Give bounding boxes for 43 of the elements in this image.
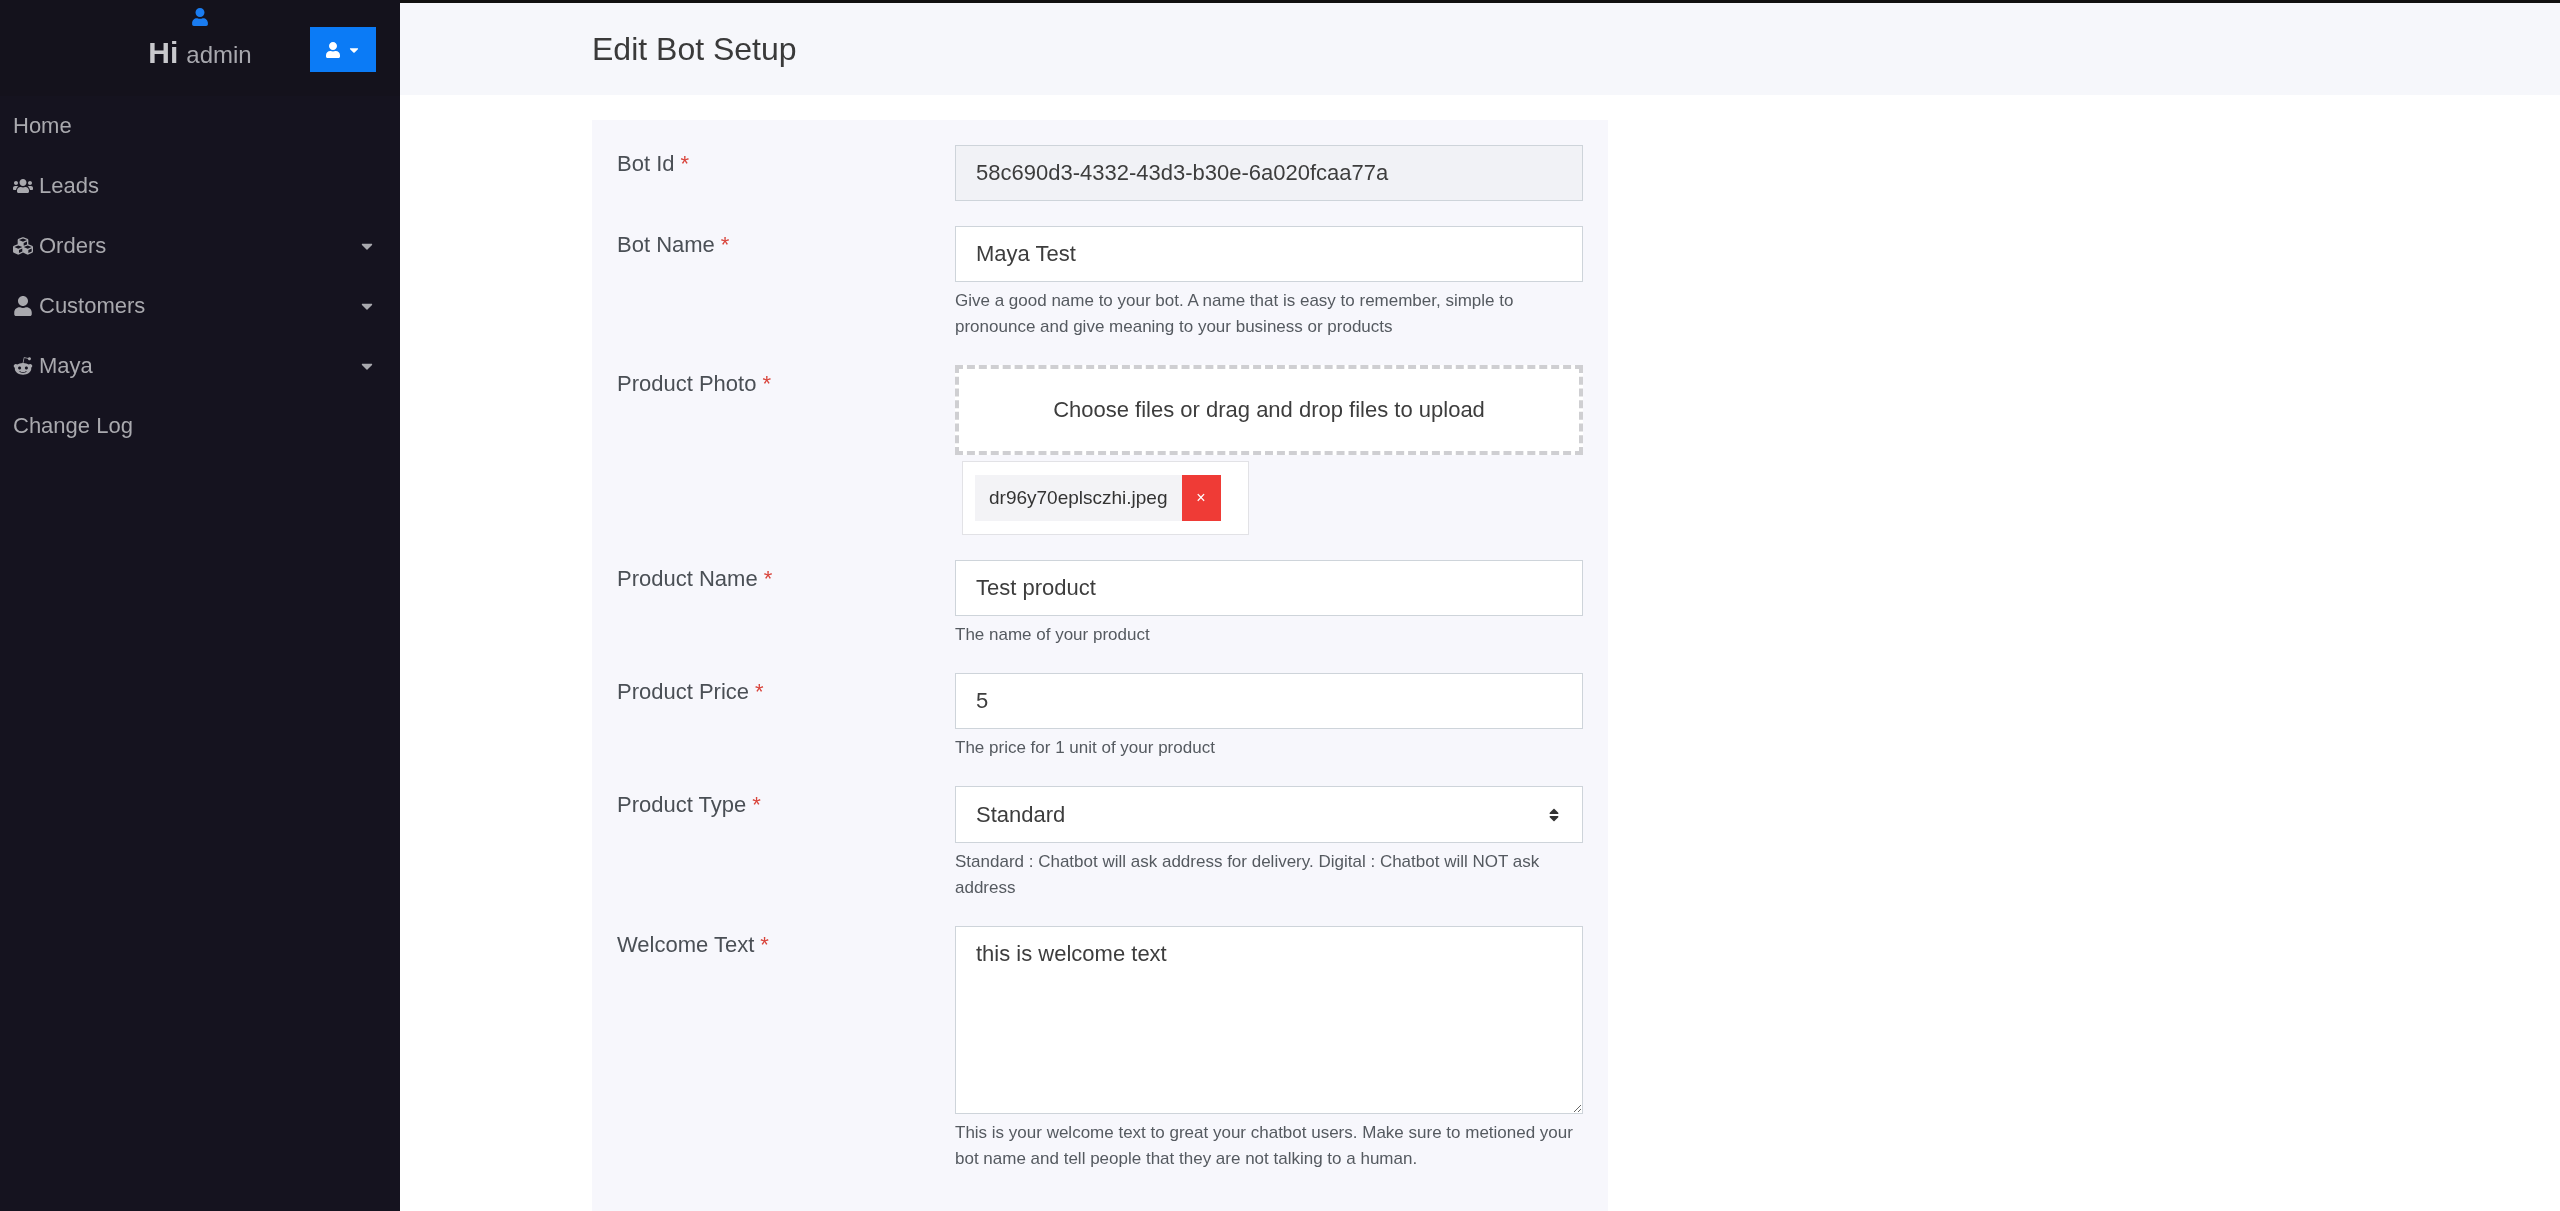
required-mark: * [763,566,773,592]
help-text: The price for 1 unit of your product [955,737,1216,759]
text-area[interactable]: this is welcome text [955,926,1583,1114]
nav-item[interactable]: Home [0,96,400,156]
file-drop-zone[interactable]: Choose files or drag and drop files to upload [955,365,1583,455]
nav-item[interactable]: Change Log [0,396,400,456]
text-input[interactable]: Maya Test [955,226,1583,282]
remove-button[interactable]: × [1181,475,1221,521]
field-label: Product Price [617,679,750,705]
help-text: The name of your product [955,624,1151,646]
username-text: admin [186,41,252,69]
required-mark: * [752,792,761,818]
field-label: Bot Name [617,232,715,258]
field-label: Welcome Text [617,932,755,958]
required-mark: * [760,932,769,958]
user-icon [325,41,341,58]
greeting-text: Hi [148,36,179,70]
nav-item[interactable]: Leads [0,156,400,216]
required-mark: * [762,371,771,397]
required-mark: * [755,679,764,705]
help-text: This is your welcome text to great your chatbot users. Make sure to metioned your bot name and tell people that they are not talking to a human. [955,1122,1574,1170]
file-name: dr96y70eplsczhi.jpeg [975,475,1182,521]
user-icon [191,8,209,26]
nav-icon [13,176,33,196]
text-input[interactable]: Test product [955,560,1583,616]
nav-item[interactable]: Orders [0,216,400,276]
required-mark: * [680,151,690,177]
help-text: Give a good name to your bot. A name that is easy to remember, simple to pronounce and give meaning to your business or products [955,290,1515,338]
nav-icon [13,296,33,316]
nav-icon [13,236,33,256]
nav-item[interactable]: Customers [0,276,400,336]
nav-item[interactable]: Maya [0,336,400,396]
help-text: Standard : Chatbot will ask address for delivery. Digital : Chatbot will NOT ask address [955,851,1541,899]
required-mark: * [720,232,730,258]
field-label: Product Name [617,566,758,592]
field-label: Product Photo [617,371,757,397]
field-label: Product Type [617,792,747,818]
field-label: Bot Id [617,151,675,177]
page-title: Edit Bot Setup [592,30,797,68]
text-input[interactable]: 5 [955,673,1583,729]
select-dropdown[interactable]: Standard [955,786,1583,843]
user-menu-button[interactable] [310,27,376,72]
nav-icon [13,356,33,376]
